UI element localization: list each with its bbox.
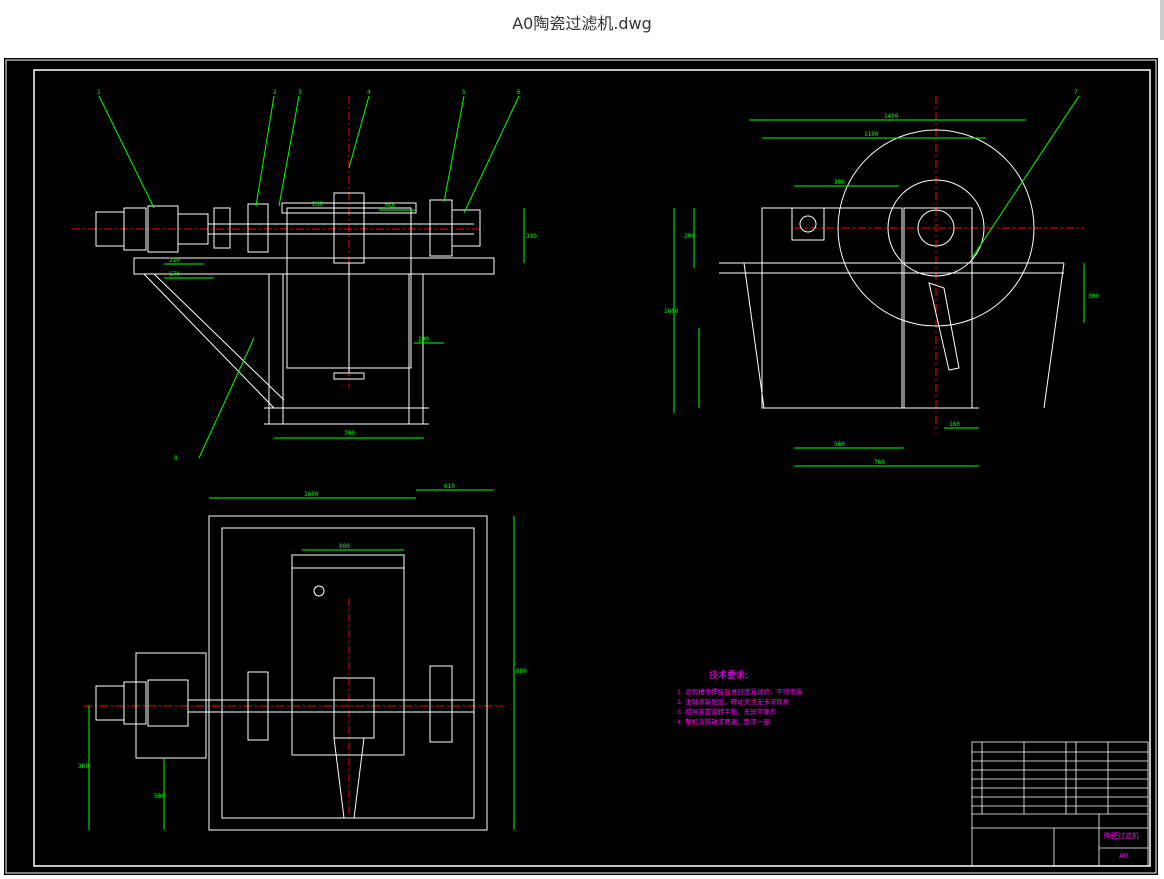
cad-drawing: 1 2 3 4 5 6 8 170 210 330 250 230 190 70… (5, 59, 1157, 874)
callout-1: 1 (97, 89, 101, 96)
top-dim-a: 1600 (304, 491, 319, 498)
top-frame-outer (208, 515, 488, 831)
callout-4: 4 (367, 89, 371, 96)
top-gear-reducer (147, 679, 189, 727)
front-dim-c: 330 (526, 233, 537, 240)
scrollbar[interactable] (1160, 0, 1164, 40)
outer-border (5, 59, 1157, 874)
sheet-size: A0 (1119, 852, 1128, 860)
drawing-name: 陶瓷过滤机 (1104, 831, 1139, 840)
side-tank-left (761, 207, 903, 409)
note-4: 4. 整机涂防锈漆两遍，面漆一遍 (677, 717, 770, 726)
front-dim-d: 250 (384, 203, 395, 210)
note-1: 1. 滤机槽体焊接后进行渗漏试验，不得渗漏 (677, 687, 803, 696)
side-dim-g: 560 (834, 441, 845, 448)
front-dim-a: 170 (169, 271, 180, 278)
scraper-blade (928, 282, 960, 371)
front-dim-b: 210 (169, 257, 180, 264)
callout-7: 7 (1074, 89, 1078, 96)
leader-8 (198, 337, 255, 459)
leader-2 (255, 95, 275, 207)
leader-3 (278, 95, 300, 207)
leader-1 (98, 95, 155, 209)
side-dim-d: 1600 (664, 308, 679, 315)
front-dim-f: 190 (418, 336, 429, 343)
side-dim-c: 300 (834, 179, 845, 186)
frame-leg-left (268, 273, 284, 425)
top-dim-f: 500 (154, 793, 165, 800)
top-bearing-right (429, 665, 453, 743)
leader-4 (348, 95, 370, 169)
side-dim-f: 300 (1088, 293, 1099, 300)
callout-5: 5 (462, 89, 466, 96)
side-motor (791, 207, 825, 241)
side-dim-e: 290 (684, 233, 695, 240)
side-dim-h: 760 (874, 459, 885, 466)
note-3: 3. 搅拌装置运转平稳，无异常噪声 (677, 707, 777, 716)
title-block: 陶瓷过滤机 A0 (971, 741, 1149, 867)
top-motor-flange (123, 681, 147, 725)
drawing-canvas[interactable]: 1 2 3 4 5 6 8 170 210 330 250 230 190 70… (4, 58, 1158, 875)
top-motor-body (95, 685, 125, 721)
callout-6: 6 (517, 89, 521, 96)
front-view: 1 2 3 4 5 6 8 170 210 330 250 230 190 70… (72, 89, 537, 462)
top-frame-inner (221, 527, 475, 819)
leader-5 (443, 95, 465, 203)
top-tank-hole (313, 585, 325, 597)
top-dim-c: 880 (516, 668, 527, 675)
top-agitator-hub (333, 677, 375, 739)
side-tank-right (903, 207, 973, 409)
top-dim-b: 610 (444, 483, 455, 490)
frame-brace-inner (153, 273, 285, 401)
callout-8: 8 (174, 455, 178, 462)
side-dim-a: 1450 (884, 113, 899, 120)
side-view: 7 1450 1100 300 1600 290 300 560 760 160 (664, 89, 1099, 467)
callout-2: 2 (273, 89, 277, 96)
inner-frame (33, 69, 1151, 867)
bearing-left (247, 203, 269, 253)
shaft-end-housing (451, 209, 481, 247)
platform-beam (133, 257, 495, 275)
side-dim-b: 1100 (864, 131, 879, 138)
frame-brace (143, 273, 275, 409)
side-motor-flange (799, 215, 817, 233)
note-2: 2. 主轴承装配后，转动灵活无卡滞现象 (677, 697, 790, 706)
technical-notes: 技术要求: 1. 滤机槽体焊接后进行渗漏试验，不得渗漏 2. 主轴承装配后，转动… (677, 669, 803, 726)
coupling (213, 207, 231, 249)
top-tank (291, 554, 405, 756)
top-dim-d: 800 (339, 543, 350, 550)
notes-heading: 技术要求: (709, 669, 748, 681)
top-view: 1600 610 880 800 360 500 (78, 483, 527, 831)
callout-3: 3 (298, 89, 302, 96)
side-dim-i: 160 (949, 421, 960, 428)
front-dim-g: 700 (344, 430, 355, 437)
front-dim-e: 230 (312, 201, 323, 208)
top-dim-e: 360 (78, 763, 89, 770)
bearing-right (429, 199, 453, 257)
window-title: A0陶瓷过滤机.dwg (512, 14, 652, 33)
window-titlebar: A0陶瓷过滤机.dwg (0, 0, 1164, 44)
leader-6 (463, 95, 520, 214)
